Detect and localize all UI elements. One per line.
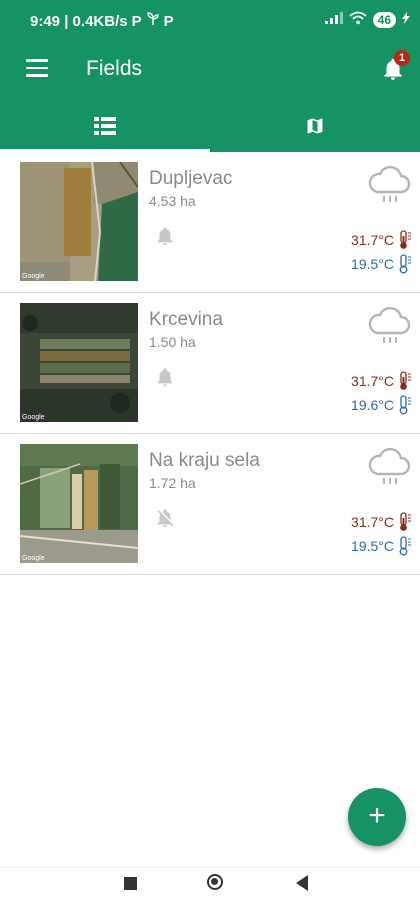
map-icon: [307, 118, 323, 134]
status-left: 9:49 | 0.4KB/s P P: [30, 12, 174, 30]
thermometer-hot-icon: [400, 512, 411, 531]
back-button[interactable]: [296, 875, 308, 891]
tab-bar: [0, 100, 420, 152]
field-list: Google Dupljevac 4.53 ha 31.7°C 19.5°C G…: [0, 152, 420, 575]
field-thumbnail: Google: [20, 162, 138, 281]
field-area: 4.53 ha: [149, 193, 196, 209]
field-area: 1.72 ha: [149, 475, 196, 491]
field-name: Dupljevac: [149, 168, 233, 189]
bell-icon[interactable]: [154, 224, 176, 248]
page-title: Fields: [86, 57, 143, 80]
cloud-rain-icon: [368, 306, 411, 343]
wifi-icon: [349, 11, 367, 28]
map-attribution: Google: [22, 555, 45, 562]
recents-button[interactable]: [124, 877, 137, 890]
tab-map[interactable]: [210, 100, 420, 152]
field-card[interactable]: Google Dupljevac 4.53 ha 31.7°C 19.5°C: [0, 152, 420, 293]
status-bar: 9:49 | 0.4KB/s P P 46: [0, 0, 420, 40]
field-name: Krcevina: [149, 309, 223, 330]
parking-icon: P: [131, 12, 142, 30]
sprout-icon: [146, 12, 160, 30]
thermometer-cold-icon: [399, 254, 411, 274]
home-button[interactable]: [207, 874, 223, 890]
thermometer-cold-icon: [399, 536, 411, 556]
tab-list[interactable]: [0, 100, 210, 152]
system-nav-bar: [0, 867, 420, 900]
thermometer-cold-icon: [399, 395, 411, 415]
temp-min: 19.5°C: [351, 256, 394, 272]
field-card[interactable]: Google Krcevina 1.50 ha 31.7°C 19.6°C: [0, 293, 420, 434]
field-card[interactable]: Google Na kraju sela 1.72 ha 31.7°C 19.5…: [0, 434, 420, 575]
app-bar: Fields 1: [0, 40, 420, 100]
menu-icon[interactable]: [26, 59, 48, 77]
field-thumbnail: Google: [20, 444, 138, 563]
temp-max: 31.7°C: [351, 373, 394, 389]
status-time: 9:49 | 0.4KB/s: [30, 12, 128, 30]
bell-off-icon[interactable]: [154, 506, 176, 530]
status-right: 46: [324, 11, 410, 28]
list-icon: [94, 117, 116, 135]
temp-min: 19.6°C: [351, 397, 394, 413]
bell-icon[interactable]: [154, 365, 176, 389]
battery-indicator: 46: [372, 11, 396, 28]
field-area: 1.50 ha: [149, 334, 196, 350]
map-attribution: Google: [22, 414, 45, 421]
map-attribution: Google: [22, 273, 45, 280]
field-thumbnail: Google: [20, 303, 138, 422]
temp-max: 31.7°C: [351, 232, 394, 248]
thermometer-hot-icon: [400, 371, 411, 390]
thermometer-hot-icon: [400, 230, 411, 249]
notification-badge: 1: [394, 50, 410, 66]
notifications-button[interactable]: 1: [380, 50, 410, 84]
add-field-button[interactable]: +: [348, 788, 406, 846]
temp-min: 19.5°C: [351, 538, 394, 554]
cloud-rain-icon: [368, 165, 411, 202]
cloud-rain-icon: [368, 447, 411, 484]
charging-icon: [402, 12, 410, 27]
temp-max: 31.7°C: [351, 514, 394, 530]
parking-icon-2: P: [163, 12, 174, 30]
signal-icon: [324, 12, 343, 27]
field-name: Na kraju sela: [149, 450, 260, 471]
